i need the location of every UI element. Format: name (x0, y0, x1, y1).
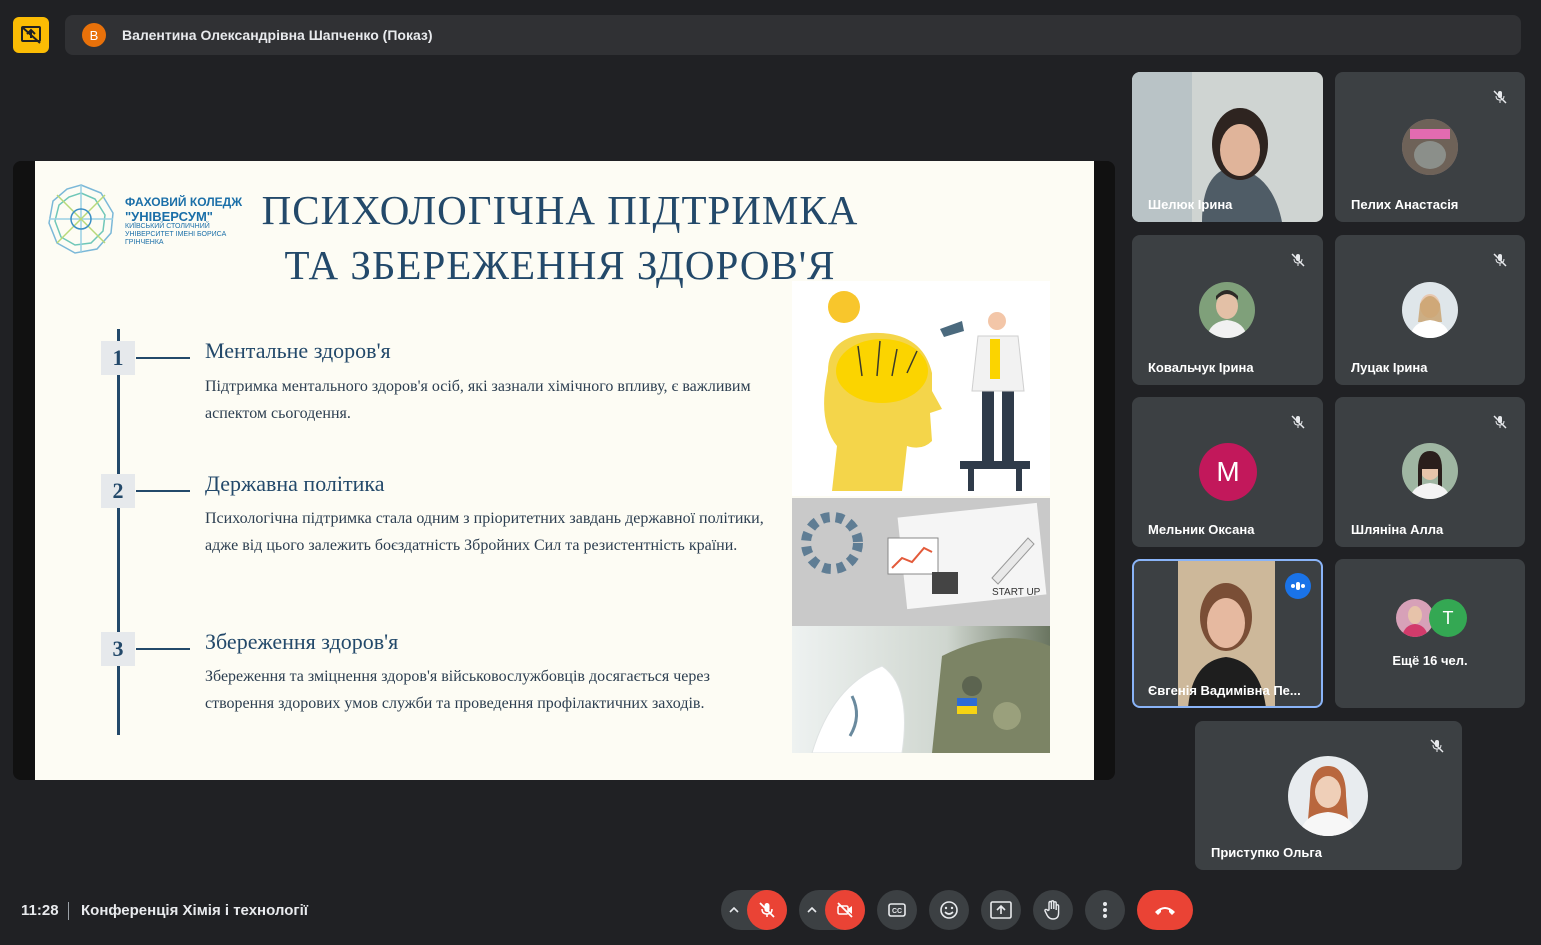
mic-off-icon (1489, 86, 1511, 108)
call-end-icon (1155, 907, 1175, 915)
item-text: Підтримка ментального здоров'я осіб, які… (205, 378, 751, 422)
participant-avatar (1402, 282, 1458, 338)
item-text: Збереження та зміцнення здоров'я військо… (205, 668, 710, 712)
participant-name: Шляніна Алла (1351, 522, 1444, 537)
more-options-button[interactable] (1085, 890, 1125, 930)
mic-off-icon (1287, 411, 1309, 433)
hand-icon (1044, 900, 1060, 920)
participant-name: Шелюк Ірина (1148, 197, 1233, 212)
mic-control-group (721, 890, 787, 930)
participant-tile[interactable]: Приступко Ольга (1195, 721, 1462, 870)
participant-avatar (1288, 756, 1368, 836)
presentation-stage[interactable]: ФАХОВИЙ КОЛЕДЖ "УНІВЕРСУМ" КИЇВСЬКИЙ СТО… (13, 161, 1115, 780)
item-number: 2 (101, 474, 135, 508)
meeting-title[interactable]: Конференція Хімія і технології (81, 902, 308, 919)
present-now-button[interactable] (981, 890, 1021, 930)
participant-name: Луцак Ірина (1351, 360, 1428, 375)
participant-name: Приступко Ольга (1211, 845, 1323, 860)
college-logo-icon (48, 184, 114, 254)
participant-avatar-letter: T (1429, 599, 1467, 637)
connector (136, 648, 190, 650)
logo-text: "УНІВЕРСУМ" (125, 209, 213, 224)
participant-name: Євгенія Вадимівна Пе... (1148, 683, 1301, 698)
more-vert-icon (1103, 902, 1107, 918)
participant-avatar (1402, 443, 1458, 499)
participant-tile[interactable]: Пелих Анастасія (1335, 72, 1525, 222)
participant-avatar (1199, 282, 1255, 338)
timeline-line (117, 329, 120, 735)
reactions-button[interactable] (929, 890, 969, 930)
more-participants-count: Ещё 16 чел. (1392, 653, 1468, 668)
videocam-off-icon (837, 902, 853, 918)
camera-control-group (799, 890, 865, 930)
slide-title: ПСИХОЛОГІЧНА ПІДТРИМКА ТА ЗБЕРЕЖЕННЯ ЗДО… (261, 187, 859, 288)
camera-options-chevron-up-icon[interactable] (799, 907, 825, 913)
participant-tile[interactable]: Шляніна Алла (1335, 397, 1525, 547)
connector (136, 357, 190, 359)
startup-label: START UP (992, 587, 1041, 598)
participant-tile[interactable]: Луцак Ірина (1335, 235, 1525, 385)
present-to-all-icon (21, 26, 41, 44)
participant-tile-active-speaker[interactable]: Євгенія Вадимівна Пе... (1132, 559, 1323, 708)
clock: 11:28 (21, 902, 59, 919)
closed-caption-icon: CC (888, 903, 906, 917)
present-to-all-icon (990, 901, 1012, 919)
item-number: 3 (101, 632, 135, 666)
mic-options-chevron-up-icon[interactable] (721, 907, 747, 913)
presenter-bar: В Валентина Олександрівна Шапченко (Пока… (65, 15, 1521, 55)
participant-avatar (1402, 119, 1458, 175)
captions-button[interactable]: CC (877, 890, 917, 930)
raise-hand-button[interactable] (1033, 890, 1073, 930)
speaking-indicator-icon (1285, 573, 1311, 599)
presenter-name: Валентина Олександрівна Шапченко (Показ) (122, 27, 433, 43)
mic-off-icon (1489, 411, 1511, 433)
participant-tile[interactable]: M Мельник Оксана (1132, 397, 1323, 547)
mental-health-illustration (792, 281, 1050, 496)
military-health-illustration (792, 626, 1050, 753)
svg-text:CC: CC (892, 908, 902, 915)
divider (68, 902, 69, 920)
item-heading: Ментальне здоров'я (205, 338, 391, 363)
participant-tile[interactable]: Ковальчук Ірина (1132, 235, 1323, 385)
presenting-indicator-button[interactable] (13, 17, 49, 53)
participant-avatar-letter: M (1199, 443, 1257, 501)
participant-tile[interactable]: Шелюк Ірина (1132, 72, 1323, 222)
slide: ФАХОВИЙ КОЛЕДЖ "УНІВЕРСУМ" КИЇВСЬКИЙ СТО… (35, 161, 1094, 780)
item-heading: Державна політика (205, 471, 385, 496)
participant-name: Пелих Анастасія (1351, 197, 1459, 212)
mic-off-icon (1426, 735, 1448, 757)
mic-off-button[interactable] (747, 890, 787, 930)
item-text: Психологічна підтримка стала одним з прі… (205, 510, 764, 554)
startup-illustration: START UP (792, 498, 1050, 626)
connector (136, 490, 190, 492)
more-participants-tile[interactable]: T Ещё 16 чел. (1335, 559, 1525, 708)
item-number: 1 (101, 341, 135, 375)
leave-call-button[interactable] (1137, 890, 1193, 930)
participant-name: Ковальчук Ірина (1148, 360, 1254, 375)
mic-off-icon (1287, 249, 1309, 271)
presenter-avatar: В (82, 23, 106, 47)
participant-name: Мельник Оксана (1148, 522, 1255, 537)
item-heading: Збереження здоров'я (205, 629, 399, 654)
mic-off-icon (1489, 249, 1511, 271)
camera-off-button[interactable] (825, 890, 865, 930)
emoji-icon (940, 901, 958, 919)
mic-off-icon (759, 902, 775, 918)
